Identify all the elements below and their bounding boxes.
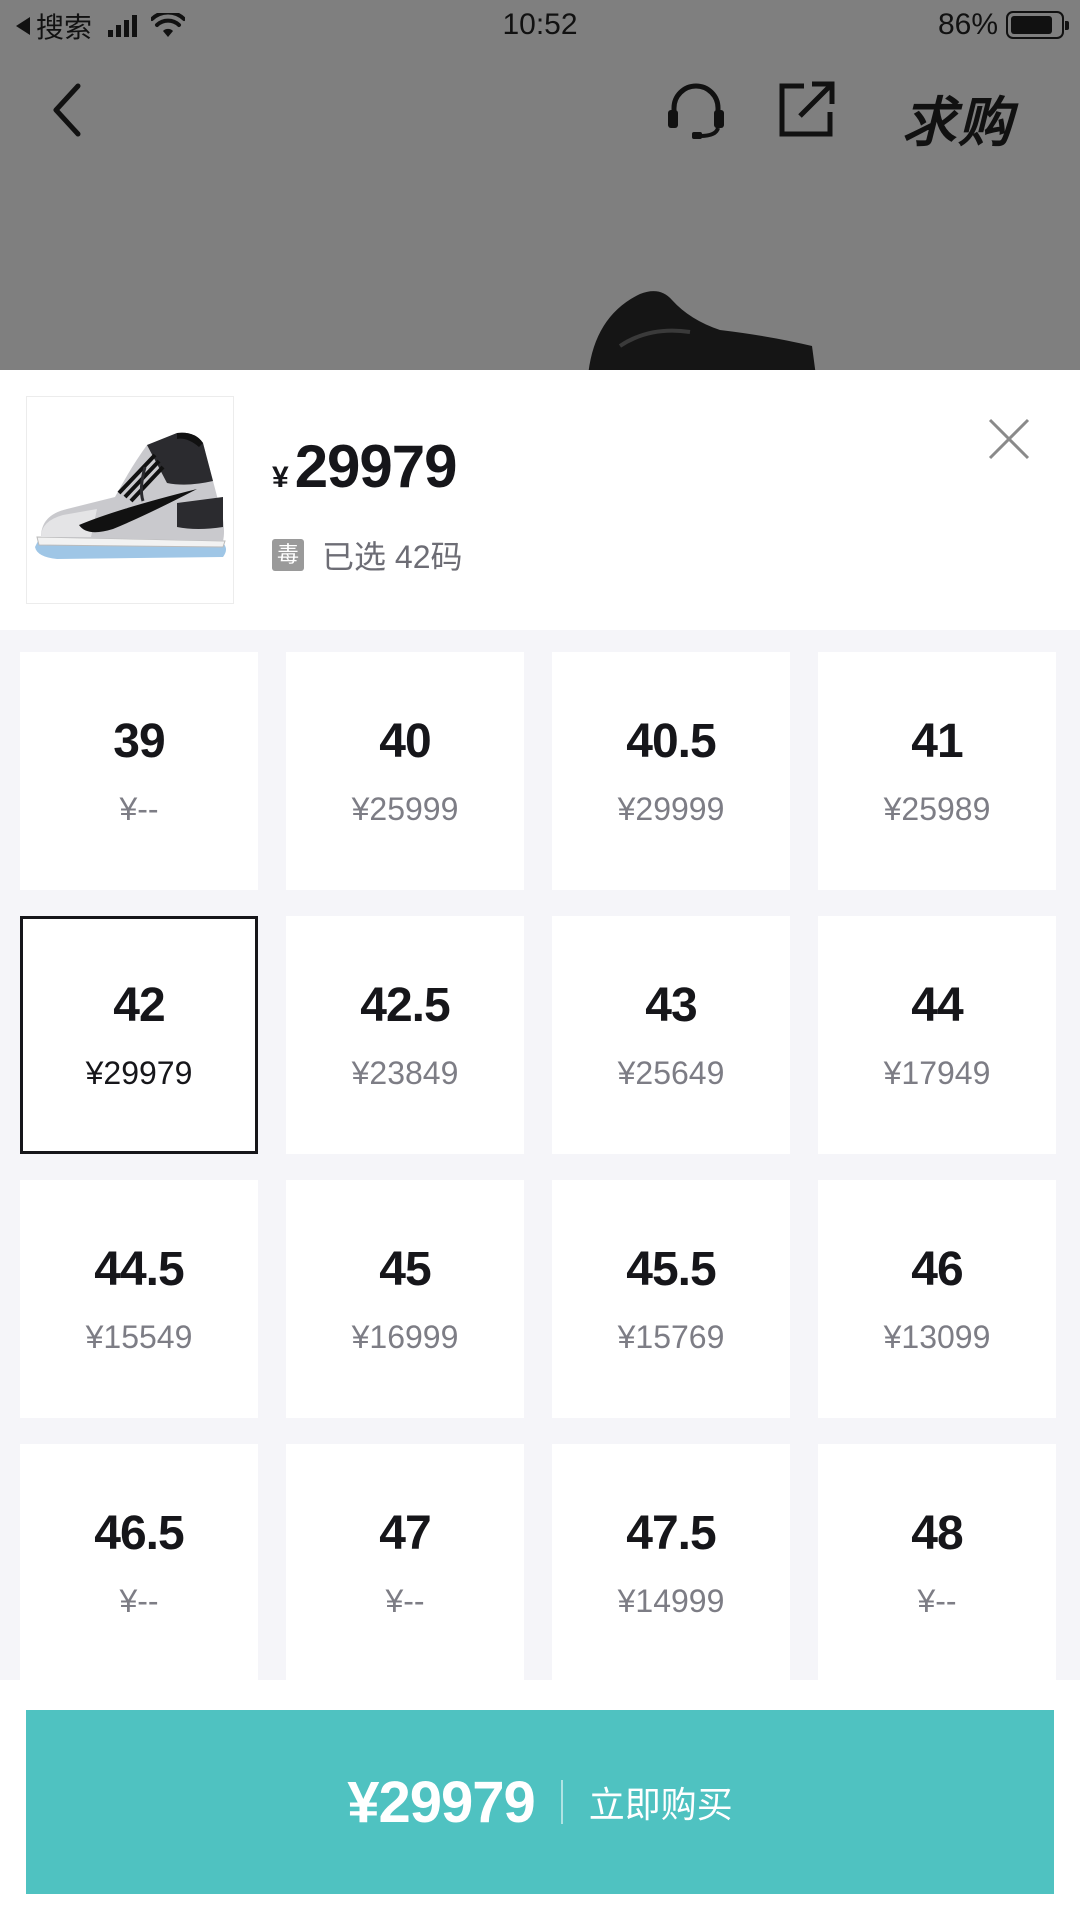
selected-size-info: 毒 已选 42码 [272,532,463,578]
size-number: 46 [911,1243,963,1296]
size-price: ¥15769 [617,1319,725,1355]
size-option[interactable]: 48 ¥-- [818,1444,1056,1680]
size-option[interactable]: 40 ¥25999 [286,652,524,890]
status-time: 10:52 [502,8,578,41]
status-battery-group: 86% [937,8,1069,42]
size-price: ¥25999 [351,791,459,827]
size-number: 41 [911,715,963,768]
size-option[interactable]: 47.5 ¥14999 [552,1444,790,1680]
size-price: ¥29979 [85,1055,193,1091]
size-number: 48 [911,1507,963,1560]
size-number: 40.5 [626,715,716,768]
product-thumbnail [26,396,234,604]
size-price: ¥-- [917,1583,957,1619]
size-price: ¥23849 [351,1055,459,1091]
buy-divider [560,1780,563,1824]
buy-price: ¥29979 [347,1769,536,1835]
size-number: 39 [113,715,165,768]
size-price: ¥-- [119,791,159,827]
bottom-bar: ¥29979 立即购买 [0,1682,1080,1920]
size-price: ¥-- [385,1583,425,1619]
size-option[interactable]: 42 ¥29979 [20,916,258,1154]
size-number: 46.5 [94,1507,184,1560]
buy-now-button[interactable]: ¥29979 立即购买 [26,1710,1054,1894]
size-number: 45 [379,1243,431,1296]
size-option[interactable]: 47 ¥-- [286,1444,524,1680]
size-option[interactable]: 44.5 ¥15549 [20,1180,258,1418]
price-value: 29979 [294,433,458,500]
size-option[interactable]: 46 ¥13099 [818,1180,1056,1418]
size-option[interactable]: 45 ¥16999 [286,1180,524,1418]
size-number: 45.5 [626,1243,716,1296]
size-number: 44 [911,979,963,1032]
size-option[interactable]: 42.5 ¥23849 [286,916,524,1154]
size-number: 40 [379,715,431,768]
size-option[interactable]: 43 ¥25649 [552,916,790,1154]
headset-icon[interactable] [664,78,728,142]
size-number: 42 [113,979,165,1032]
size-number: 47 [379,1507,431,1560]
size-selection-sheet: ¥ 29979 毒 已选 42码 39 ¥-- 40 ¥25999 40.5 ¥29999… [0,370,1080,1920]
size-option[interactable]: 39 ¥-- [20,652,258,890]
size-price: ¥25989 [883,791,991,827]
size-price: ¥17949 [883,1055,991,1091]
buy-now-label: 立即购买 [588,1784,733,1825]
size-option[interactable]: 44 ¥17949 [818,916,1056,1154]
battery-percent: 86% [937,8,998,41]
size-price: ¥16999 [351,1319,459,1355]
battery-fill [1011,16,1053,34]
background-shoe-image [588,291,816,372]
size-price: ¥-- [119,1583,159,1619]
size-price: ¥14999 [617,1583,725,1619]
size-option[interactable]: 40.5 ¥29999 [552,652,790,890]
size-price: ¥15549 [85,1319,193,1355]
chevron-left-icon[interactable] [40,78,100,142]
size-price: ¥29999 [617,791,725,827]
size-option[interactable]: 45.5 ¥15769 [552,1180,790,1418]
size-number: 43 [645,979,697,1032]
size-option[interactable]: 46.5 ¥-- [20,1444,258,1680]
currency-symbol: ¥ [272,461,289,494]
size-grid: 39 ¥-- 40 ¥25999 40.5 ¥29999 41 ¥25989 42 ¥29979 4… [0,630,1080,1680]
status-bar: 搜索 10:52 86% [0,0,1080,52]
brand-badge-icon: 毒 [272,539,304,571]
battery-icon [1006,11,1069,39]
share-icon[interactable] [774,78,838,142]
selected-size-text: 已选 42码 [322,539,463,575]
close-icon[interactable] [986,416,1032,462]
background-page-overlay: 搜索 10:52 86% 求购 [0,0,1080,372]
size-price: ¥25649 [617,1055,725,1091]
sneaker-image [35,432,226,559]
size-number: 42.5 [360,979,450,1032]
size-number: 47.5 [626,1507,716,1560]
size-number: 44.5 [94,1243,184,1296]
size-price: ¥13099 [883,1319,991,1355]
selected-price: ¥ 29979 [272,432,458,501]
size-option[interactable]: 41 ¥25989 [818,652,1056,890]
want-to-buy-button[interactable]: 求购 [902,78,1014,157]
